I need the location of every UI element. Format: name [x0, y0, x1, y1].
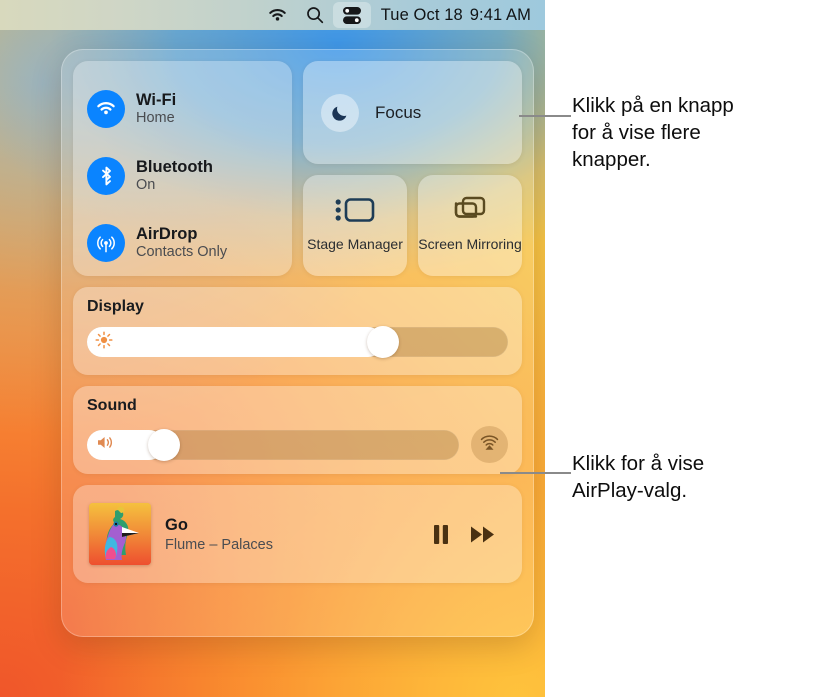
control-center-top-row: Wi-Fi Home Bluetooth On AirDrop Contacts…: [73, 61, 522, 276]
bluetooth-status: On: [136, 177, 156, 194]
callout-airplay-text: Klikk for å vise AirPlay-valg.: [572, 452, 705, 503]
brightness-icon: [95, 330, 113, 354]
callout-leader-line-1: [519, 115, 571, 117]
fast-forward-button[interactable]: [470, 525, 496, 544]
sound-slider-row: [87, 426, 508, 463]
connectivity-row-airdrop[interactable]: AirDrop Contacts Only: [73, 213, 292, 273]
display-brightness-slider[interactable]: [87, 326, 508, 358]
menubar-time: 9:41 AM: [469, 5, 531, 24]
connectivity-module: Wi-Fi Home Bluetooth On AirDrop Contacts…: [73, 61, 292, 276]
stage-manager-icon: [334, 195, 376, 230]
control-center-tiles-row: Stage Manager Screen Mirroring: [303, 175, 522, 276]
connectivity-text-wifi: Wi-Fi Home: [136, 91, 176, 127]
pause-button[interactable]: [432, 524, 450, 545]
focus-label: Focus: [375, 102, 422, 122]
screen-mirroring-label: Screen Mirroring: [418, 235, 522, 252]
wifi-title: Wi-Fi: [136, 90, 177, 109]
display-slider-row: [87, 326, 508, 358]
sound-slider-knob[interactable]: [148, 428, 181, 461]
display-title: Display: [87, 298, 144, 315]
airdrop-title: AirDrop: [136, 224, 198, 243]
moon-icon: [321, 93, 359, 132]
stage-manager-label: Stage Manager: [307, 235, 403, 252]
airdrop-status: Contacts Only: [136, 244, 228, 261]
control-center-panel: Wi-Fi Home Bluetooth On AirDrop Contacts…: [61, 49, 534, 637]
desktop: Tue Oct 18 9:41 AM Wi-Fi Home Bluetooth …: [0, 0, 545, 697]
display-slider-fill: [87, 327, 384, 357]
now-playing-title: Go: [165, 515, 188, 534]
wifi-icon[interactable]: [258, 2, 297, 28]
speaker-icon: [95, 434, 115, 456]
stage-manager-tile[interactable]: Stage Manager: [303, 175, 407, 276]
screen-mirroring-icon: [452, 195, 488, 230]
album-artwork-bird: [89, 503, 151, 565]
callout-leader-line-2: [500, 472, 571, 474]
now-playing-controls: [432, 524, 506, 545]
connectivity-row-bluetooth[interactable]: Bluetooth On: [73, 146, 292, 206]
sound-volume-slider[interactable]: [87, 428, 459, 461]
bluetooth-icon: [87, 156, 125, 195]
sound-title: Sound: [87, 397, 137, 414]
wifi-status: Home: [136, 110, 175, 127]
airdrop-icon: [87, 223, 125, 262]
screen-mirroring-tile[interactable]: Screen Mirroring: [418, 175, 522, 276]
control-center-right-column: Focus Stage Manager Screen Mirroring: [303, 61, 522, 276]
connectivity-row-wifi[interactable]: Wi-Fi Home: [73, 79, 292, 139]
sound-module: Sound: [73, 386, 522, 474]
connectivity-text-bluetooth: Bluetooth On: [136, 158, 213, 194]
now-playing-subtitle: Flume – Palaces: [165, 536, 273, 553]
callout-focus-text: Klikk på en knapp for å vise flere knapp…: [572, 94, 734, 172]
display-module: Display: [73, 287, 522, 375]
wifi-icon: [87, 89, 125, 128]
focus-tile[interactable]: Focus: [303, 61, 522, 164]
display-slider-knob[interactable]: [367, 326, 400, 358]
airplay-audio-icon[interactable]: [471, 426, 508, 463]
search-icon[interactable]: [297, 2, 333, 28]
menubar-date: Tue Oct 18: [380, 5, 463, 24]
menubar-clock[interactable]: Tue Oct 18 9:41 AM: [371, 6, 533, 25]
bluetooth-title: Bluetooth: [136, 157, 213, 176]
now-playing-text: Go Flume – Palaces: [165, 516, 418, 553]
now-playing-module: Go Flume – Palaces: [73, 485, 522, 583]
menu-bar: Tue Oct 18 9:41 AM: [0, 0, 545, 30]
connectivity-text-airdrop: AirDrop Contacts Only: [136, 225, 227, 261]
control-center-icon[interactable]: [332, 2, 371, 28]
